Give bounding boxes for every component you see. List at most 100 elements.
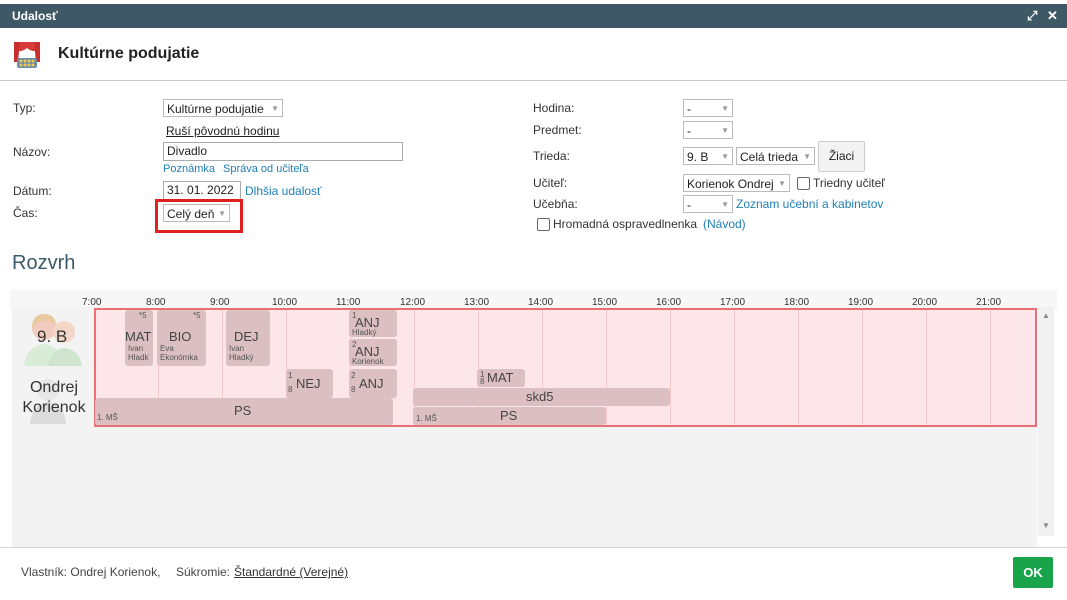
- lesson-room: 8: [288, 385, 293, 394]
- ucebna-select-value: -: [687, 198, 691, 212]
- window-titlebar: Udalosť ⤢ ✕: [0, 4, 1067, 28]
- typ-label: Typ:: [13, 101, 36, 115]
- dialog-title: Kultúrne podujatie: [58, 45, 200, 62]
- lesson-name: MAT: [125, 329, 152, 344]
- lesson-name: DEJ: [234, 329, 259, 344]
- lesson-teacher: Korienok: [352, 357, 384, 366]
- predmet-select[interactable]: - ▼: [683, 121, 733, 139]
- lesson-name: MAT: [487, 370, 514, 385]
- dlhsia-udalost-link[interactable]: Dlhšia udalosť: [245, 184, 322, 198]
- lesson-block-mat[interactable]: *5 MAT Ivan Hladk: [125, 310, 153, 366]
- hromadna-ospravedlnenka-label: Hromadná ospravedlnenka: [553, 217, 698, 231]
- ucebna-label: Učebňa:: [533, 197, 578, 211]
- triedny-ucitel-checkbox[interactable]: [797, 177, 810, 190]
- lesson-room: 8: [480, 377, 485, 386]
- lesson-block-mat-2[interactable]: 1 MAT 8: [477, 369, 525, 387]
- lesson-sup: *5: [193, 311, 201, 320]
- event-block-ps-1[interactable]: PS 1. MŠ: [95, 398, 393, 425]
- ucitel-select[interactable]: Korienok Ondrej ▼: [683, 174, 790, 192]
- privacy-link[interactable]: Štandardné (Verejné): [234, 565, 348, 579]
- dialog-footer: Vlastník: Ondrej Korienok, Súkromie: Šta…: [0, 547, 1067, 600]
- grid-line: [734, 310, 735, 425]
- typ-select[interactable]: Kultúrne podujatie ▼: [163, 99, 283, 117]
- skupina-select[interactable]: Celá trieda ▼: [736, 147, 815, 165]
- predmet-select-value: -: [687, 124, 691, 138]
- rozvrh-title: Rozvrh: [12, 252, 76, 274]
- chevron-down-icon: ▼: [721, 126, 729, 135]
- highlight-box: [155, 199, 243, 233]
- lesson-block-nej[interactable]: 1 NEJ 8: [286, 369, 333, 398]
- class-label: 9. B: [37, 327, 68, 346]
- lesson-room: 8: [351, 385, 356, 394]
- chevron-down-icon: ▼: [803, 152, 811, 161]
- lesson-block-anj-3[interactable]: 2 ANJ 8: [349, 369, 397, 398]
- scroll-up-icon[interactable]: ▲: [1042, 311, 1050, 320]
- event-name: PS: [234, 403, 252, 418]
- lesson-block-anj-1[interactable]: 1 ANJ Hladký: [349, 310, 397, 337]
- hodina-select[interactable]: - ▼: [683, 99, 733, 117]
- event-room: 1. MŠ: [416, 414, 437, 423]
- lesson-block-anj-2[interactable]: 2 ANJ Korienok: [349, 339, 397, 366]
- lesson-teacher: Hladký: [352, 328, 377, 337]
- nazov-input[interactable]: Divadlo: [163, 142, 403, 161]
- grid-line: [798, 310, 799, 425]
- lesson-teacher: Ekonómka: [160, 353, 198, 362]
- chevron-down-icon: ▼: [721, 104, 729, 113]
- ok-button[interactable]: OK: [1013, 557, 1053, 588]
- lesson-group: 2: [351, 371, 356, 380]
- hromadna-ospravedlnenka-checkbox[interactable]: [537, 218, 550, 231]
- datum-input[interactable]: 31. 01. 2022: [163, 181, 241, 200]
- grid-line: [990, 310, 991, 425]
- event-block-ps-2[interactable]: PS 1. MŠ: [413, 407, 606, 425]
- predmet-label: Predmet:: [533, 123, 582, 137]
- triedny-ucitel-label: Triedny učiteľ: [813, 176, 885, 190]
- chevron-down-icon: ▼: [721, 200, 729, 209]
- poznamka-link[interactable]: Poznámka: [163, 163, 215, 175]
- lesson-teacher: Hladký: [229, 353, 254, 362]
- event-name: PS: [500, 408, 518, 423]
- cas-label: Čas:: [13, 206, 38, 220]
- lesson-group: 1: [288, 371, 293, 380]
- grid-line: [670, 310, 671, 425]
- trieda-select[interactable]: 9. B ▼: [683, 147, 733, 165]
- trieda-select-value: 9. B: [687, 150, 709, 164]
- skupina-select-value: Celá trieda: [740, 150, 799, 164]
- event-name: skd5: [526, 389, 554, 404]
- maximize-icon[interactable]: ⤢: [1027, 8, 1037, 24]
- schedule-scrollbar[interactable]: ▲ ▼: [1038, 307, 1054, 536]
- nazov-label: Názov:: [13, 145, 51, 159]
- theater-icon: [12, 40, 42, 70]
- owner-text: Vlastník: Ondrej Korienok,: [21, 565, 161, 579]
- ziaci-button[interactable]: Žiaci: [818, 141, 865, 172]
- grid-line: [926, 310, 927, 425]
- teacher-last-name: Korienok: [22, 399, 86, 416]
- teacher-label: Ondrej Korienok: [18, 378, 90, 418]
- navod-link[interactable]: (Návod): [703, 217, 746, 231]
- sprava-od-ucitela-link[interactable]: Správa od učiteľa: [223, 163, 309, 175]
- teacher-first-name: Ondrej: [29, 379, 79, 396]
- hodina-label: Hodina:: [533, 101, 575, 115]
- ucitel-label: Učiteľ:: [533, 176, 568, 190]
- chevron-down-icon: ▼: [271, 104, 279, 113]
- lesson-name: BIO: [169, 329, 192, 344]
- chevron-down-icon: ▼: [778, 179, 786, 188]
- ucitel-select-value: Korienok Ondrej: [687, 177, 774, 191]
- dialog-header: Kultúrne podujatie: [0, 28, 1067, 81]
- zoznam-ucebni-link[interactable]: Zoznam učební a kabinetov: [736, 197, 883, 211]
- lesson-block-dej[interactable]: DEJ Ivan Hladký: [226, 310, 270, 366]
- rusi-povodnu-hodinu-link[interactable]: Ruší pôvodnú hodinu: [166, 124, 279, 138]
- scroll-down-icon[interactable]: ▼: [1042, 521, 1050, 530]
- lesson-block-bio[interactable]: *5 BIO Eva Ekonómka: [157, 310, 206, 366]
- lesson-name: NEJ: [296, 376, 321, 391]
- privacy-label: Súkromie:: [176, 565, 231, 579]
- grid-line: [606, 310, 607, 425]
- lesson-teacher: Hladk: [128, 353, 149, 362]
- ucebna-select[interactable]: - ▼: [683, 195, 733, 213]
- event-block-skd5[interactable]: skd5: [413, 388, 670, 406]
- close-icon[interactable]: ✕: [1047, 8, 1058, 24]
- lesson-teacher: Ivan: [229, 344, 245, 353]
- datum-label: Dátum:: [13, 184, 52, 198]
- grid-line: [862, 310, 863, 425]
- trieda-label: Trieda:: [533, 149, 570, 163]
- typ-select-value: Kultúrne podujatie: [167, 102, 264, 116]
